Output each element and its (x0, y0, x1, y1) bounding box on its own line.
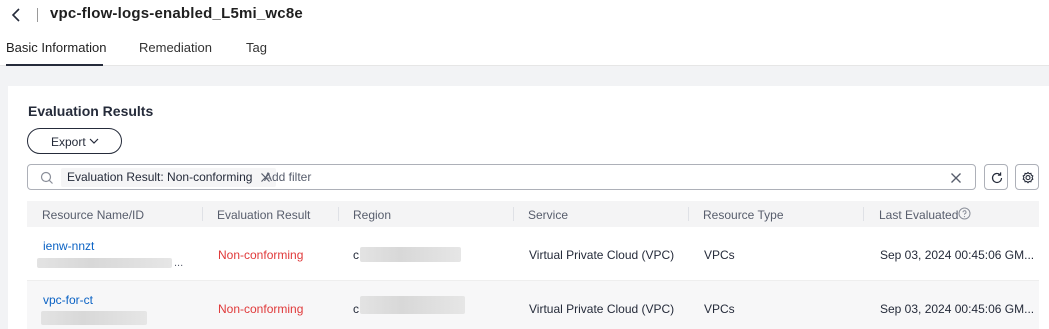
resource-type-value: VPCs (704, 302, 735, 316)
filter-tag-label: Evaluation Result: Non-conforming (67, 170, 253, 184)
column-separator (688, 207, 689, 221)
column-separator (338, 207, 339, 221)
column-header-resource-name: Resource Name/ID (42, 208, 145, 222)
region-value: c (353, 248, 359, 262)
section-title: Evaluation Results (28, 103, 154, 119)
redacted-region (360, 296, 465, 314)
filter-search-box[interactable]: Evaluation Result: Non-conforming (27, 164, 976, 190)
resource-id-ellipsis: ... (174, 257, 184, 269)
resource-type-value: VPCs (704, 248, 735, 262)
column-header-region: Region (353, 208, 392, 222)
settings-button[interactable] (1015, 164, 1039, 190)
resource-name-link[interactable]: ienw-nnzt (43, 239, 94, 253)
redacted-resource-id (37, 258, 172, 268)
tab-tag[interactable]: Tag (246, 40, 267, 55)
table-row: vpc-for-ct Non-conforming c Virtual Priv… (27, 281, 1039, 329)
column-header-last-evaluated: Last Evaluated (879, 208, 959, 222)
service-value: Virtual Private Cloud (VPC) (529, 302, 675, 316)
column-header-resource-type: Resource Type (703, 208, 784, 222)
column-header-evaluation-result: Evaluation Result (217, 208, 311, 222)
clear-icon[interactable] (950, 172, 962, 184)
tab-remediation[interactable]: Remediation (139, 40, 212, 55)
tab-basic-information[interactable]: Basic Information (6, 40, 106, 55)
page-title: vpc-flow-logs-enabled_L5mi_wc8e (50, 5, 303, 22)
add-filter-input[interactable] (264, 166, 924, 188)
export-button-label: Export (51, 135, 86, 149)
search-icon (40, 171, 53, 184)
redacted-resource-id (41, 311, 147, 325)
help-icon[interactable] (958, 207, 971, 220)
region-value: c (353, 302, 359, 316)
page-background-edge (0, 86, 8, 329)
column-separator (513, 207, 514, 221)
back-arrow-icon[interactable] (10, 6, 24, 24)
column-separator (863, 207, 864, 221)
evaluation-result-status: Non-conforming (218, 248, 304, 262)
tab-bar: Basic Information Remediation Tag (0, 30, 1049, 66)
last-evaluated-value: Sep 03, 2024 00:45:06 GM... (880, 248, 1035, 262)
column-header-service: Service (528, 208, 569, 222)
title-bar: vpc-flow-logs-enabled_L5mi_wc8e (0, 0, 1049, 30)
redacted-region (360, 247, 461, 262)
title-divider (37, 8, 38, 22)
column-separator (202, 207, 203, 221)
refresh-icon (991, 172, 1003, 184)
gear-icon (1022, 171, 1034, 184)
table-row: ienw-nnzt ... Non-conforming c Virtual P… (27, 227, 1039, 281)
last-evaluated-value: Sep 03, 2024 00:45:06 GM... (880, 302, 1035, 316)
service-value: Virtual Private Cloud (VPC) (529, 248, 675, 262)
refresh-button[interactable] (984, 164, 1008, 190)
chevron-down-icon (89, 138, 99, 144)
filter-tag: Evaluation Result: Non-conforming (61, 168, 277, 187)
evaluation-result-status: Non-conforming (218, 302, 304, 316)
page-background (0, 66, 1049, 86)
table-header: Resource Name/ID Evaluation Result Regio… (27, 201, 1039, 227)
resource-name-link[interactable]: vpc-for-ct (43, 293, 93, 307)
export-button[interactable]: Export (27, 128, 122, 154)
